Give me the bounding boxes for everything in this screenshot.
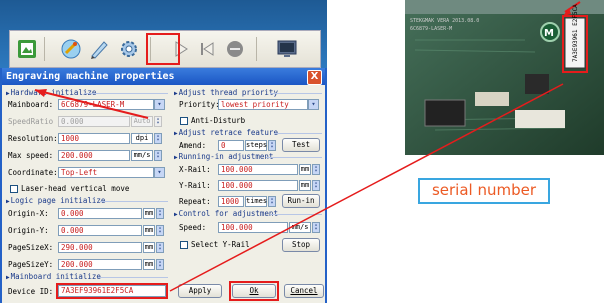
dialog-title: Engraving machine properties: [6, 71, 175, 82]
speed-ratio-unit: Auto: [131, 116, 153, 127]
image-icon[interactable]: [14, 36, 40, 62]
page-size-x-label: PageSizeX:: [8, 243, 54, 252]
x-rail-label: X-Rail:: [179, 165, 211, 174]
device-id-highlight: [56, 283, 168, 299]
speed-ratio-label: SpeedRatio: [8, 117, 54, 126]
x-rail-field[interactable]: 100.000: [218, 164, 298, 175]
svg-text:M: M: [544, 28, 554, 39]
amend-unit: steps: [245, 140, 268, 151]
resolution-field[interactable]: 1000: [58, 133, 130, 144]
stop-button[interactable]: Stop: [282, 238, 320, 252]
pen-tool-icon[interactable]: [86, 36, 112, 62]
max-speed-spinner[interactable]: ▴ ▾: [154, 150, 162, 161]
page-size-x-unit: mm: [143, 242, 155, 253]
page-size-y-spinner[interactable]: ▴ ▾: [156, 259, 164, 270]
section-retrace-feature: Adjust retrace feature: [174, 128, 278, 137]
max-speed-field[interactable]: 200.000: [58, 150, 130, 161]
coordinate-label: Coordinate:: [8, 168, 58, 177]
priority-label: Priority:: [179, 100, 220, 109]
dialog-titlebar: Engraving machine properties X: [2, 68, 325, 85]
page-size-y-field[interactable]: 200.000: [58, 259, 142, 270]
y-rail-spinner[interactable]: ▴ ▾: [312, 180, 320, 191]
speed-label: Speed:: [179, 223, 207, 232]
speed-ratio-spinner: ▴ ▾: [154, 116, 162, 127]
settings-highlight: [146, 33, 180, 65]
page-size-y-label: PageSizeY:: [8, 260, 54, 269]
priority-dropdown-icon[interactable]: ▾: [308, 99, 319, 110]
y-rail-label: Y-Rail:: [179, 181, 211, 190]
resolution-unit: dpi: [131, 133, 153, 144]
laser-head-label: Laser-head vertical move: [21, 184, 130, 193]
coordinate-select[interactable]: Top-Left: [58, 167, 154, 178]
section-running-in: Running-in adjustment: [174, 152, 274, 161]
app-toolbar: [0, 0, 327, 68]
select-y-rail-label: Select Y-Rail: [191, 240, 250, 249]
photo-sticker-serial: 7A3E93961 E2F5CA: [572, 4, 579, 62]
origin-y-field[interactable]: 0.000: [58, 225, 142, 236]
laser-tool-icon[interactable]: [58, 36, 84, 62]
mainboard-select[interactable]: 6C6879-LASER-M: [58, 99, 154, 110]
page-size-x-field[interactable]: 290.000: [58, 242, 142, 253]
test-button[interactable]: Test: [282, 138, 320, 152]
section-thread-priority: Adjust thread priority: [174, 88, 278, 97]
priority-select[interactable]: lowest priority: [218, 99, 308, 110]
amend-spinner[interactable]: ▴ ▾: [268, 140, 276, 151]
origin-x-spinner[interactable]: ▴ ▾: [156, 208, 164, 219]
section-control-adjustment: Control for adjustment: [174, 209, 278, 218]
section-logic-page: Logic page initialize: [6, 196, 106, 205]
coordinate-dropdown-icon[interactable]: ▾: [154, 167, 165, 178]
origin-x-unit: mm: [143, 208, 155, 219]
origin-y-label: Origin-Y:: [8, 226, 49, 235]
amend-field[interactable]: 0: [218, 140, 244, 151]
origin-x-field[interactable]: 0.000: [58, 208, 142, 219]
max-speed-unit: mm/s: [131, 150, 153, 161]
device-id-label: Device ID:: [8, 287, 54, 296]
speed-unit: mm/s: [289, 222, 311, 233]
monitor-icon[interactable]: [274, 36, 300, 62]
mainboard-label: Mainboard:: [8, 100, 54, 109]
section-hardware-initialize: Hardware initialize: [6, 88, 97, 97]
speed-field[interactable]: 100.000: [218, 222, 288, 233]
mainboard-dropdown-icon[interactable]: ▾: [154, 99, 165, 110]
resolution-spinner[interactable]: ▴ ▾: [154, 133, 162, 144]
repeat-spinner[interactable]: ▴ ▾: [268, 196, 276, 207]
speed-spinner[interactable]: ▴ ▾: [312, 222, 320, 233]
serial-number-callout: serial number: [418, 178, 550, 204]
origin-y-unit: mm: [143, 225, 155, 236]
select-y-rail-checkbox[interactable]: [180, 241, 188, 249]
origin-x-label: Origin-X:: [8, 209, 49, 218]
repeat-field[interactable]: 1000: [218, 196, 244, 207]
max-speed-label: Max speed:: [8, 151, 54, 160]
anti-disturb-label: Anti-Disturb: [191, 116, 246, 125]
stop-icon[interactable]: [222, 36, 248, 62]
settings-gear-icon[interactable]: [116, 36, 142, 62]
y-rail-unit: mm: [299, 180, 311, 191]
speed-ratio-field: 0.000: [58, 116, 130, 127]
cancel-button[interactable]: Cancel: [284, 284, 324, 298]
x-rail-unit: mm: [299, 164, 311, 175]
photo-board-text-1: STEKGMAK VERA 2013.08.0: [410, 18, 479, 24]
repeat-unit: times: [245, 196, 268, 207]
anti-disturb-checkbox[interactable]: [180, 117, 188, 125]
properties-dialog: Engraving machine properties X Hardware …: [0, 68, 327, 303]
page-size-y-unit: mm: [143, 259, 155, 270]
apply-button[interactable]: Apply: [178, 284, 222, 298]
origin-y-spinner[interactable]: ▴ ▾: [156, 225, 164, 236]
x-rail-spinner[interactable]: ▴ ▾: [312, 164, 320, 175]
resolution-label: Resolution:: [8, 134, 58, 143]
rewind-icon[interactable]: [194, 36, 220, 62]
y-rail-field[interactable]: 100.000: [218, 180, 298, 191]
close-button[interactable]: X: [307, 70, 322, 85]
repeat-label: Repeat:: [179, 197, 211, 206]
photo-board-text-2: 6C6879-LASER-M: [410, 26, 452, 32]
amend-label: Amend:: [179, 141, 207, 150]
laser-head-checkbox[interactable]: [10, 185, 18, 193]
page-size-x-spinner[interactable]: ▴ ▾: [156, 242, 164, 253]
section-mainboard-initialize: Mainboard initialize: [6, 272, 101, 281]
mainboard-photo: M STEKGMAK VERA 2013.08.0 6C6879-LASER-M…: [405, 0, 604, 155]
run-in-button[interactable]: Run-in: [282, 194, 320, 208]
ok-highlight: [229, 281, 279, 301]
